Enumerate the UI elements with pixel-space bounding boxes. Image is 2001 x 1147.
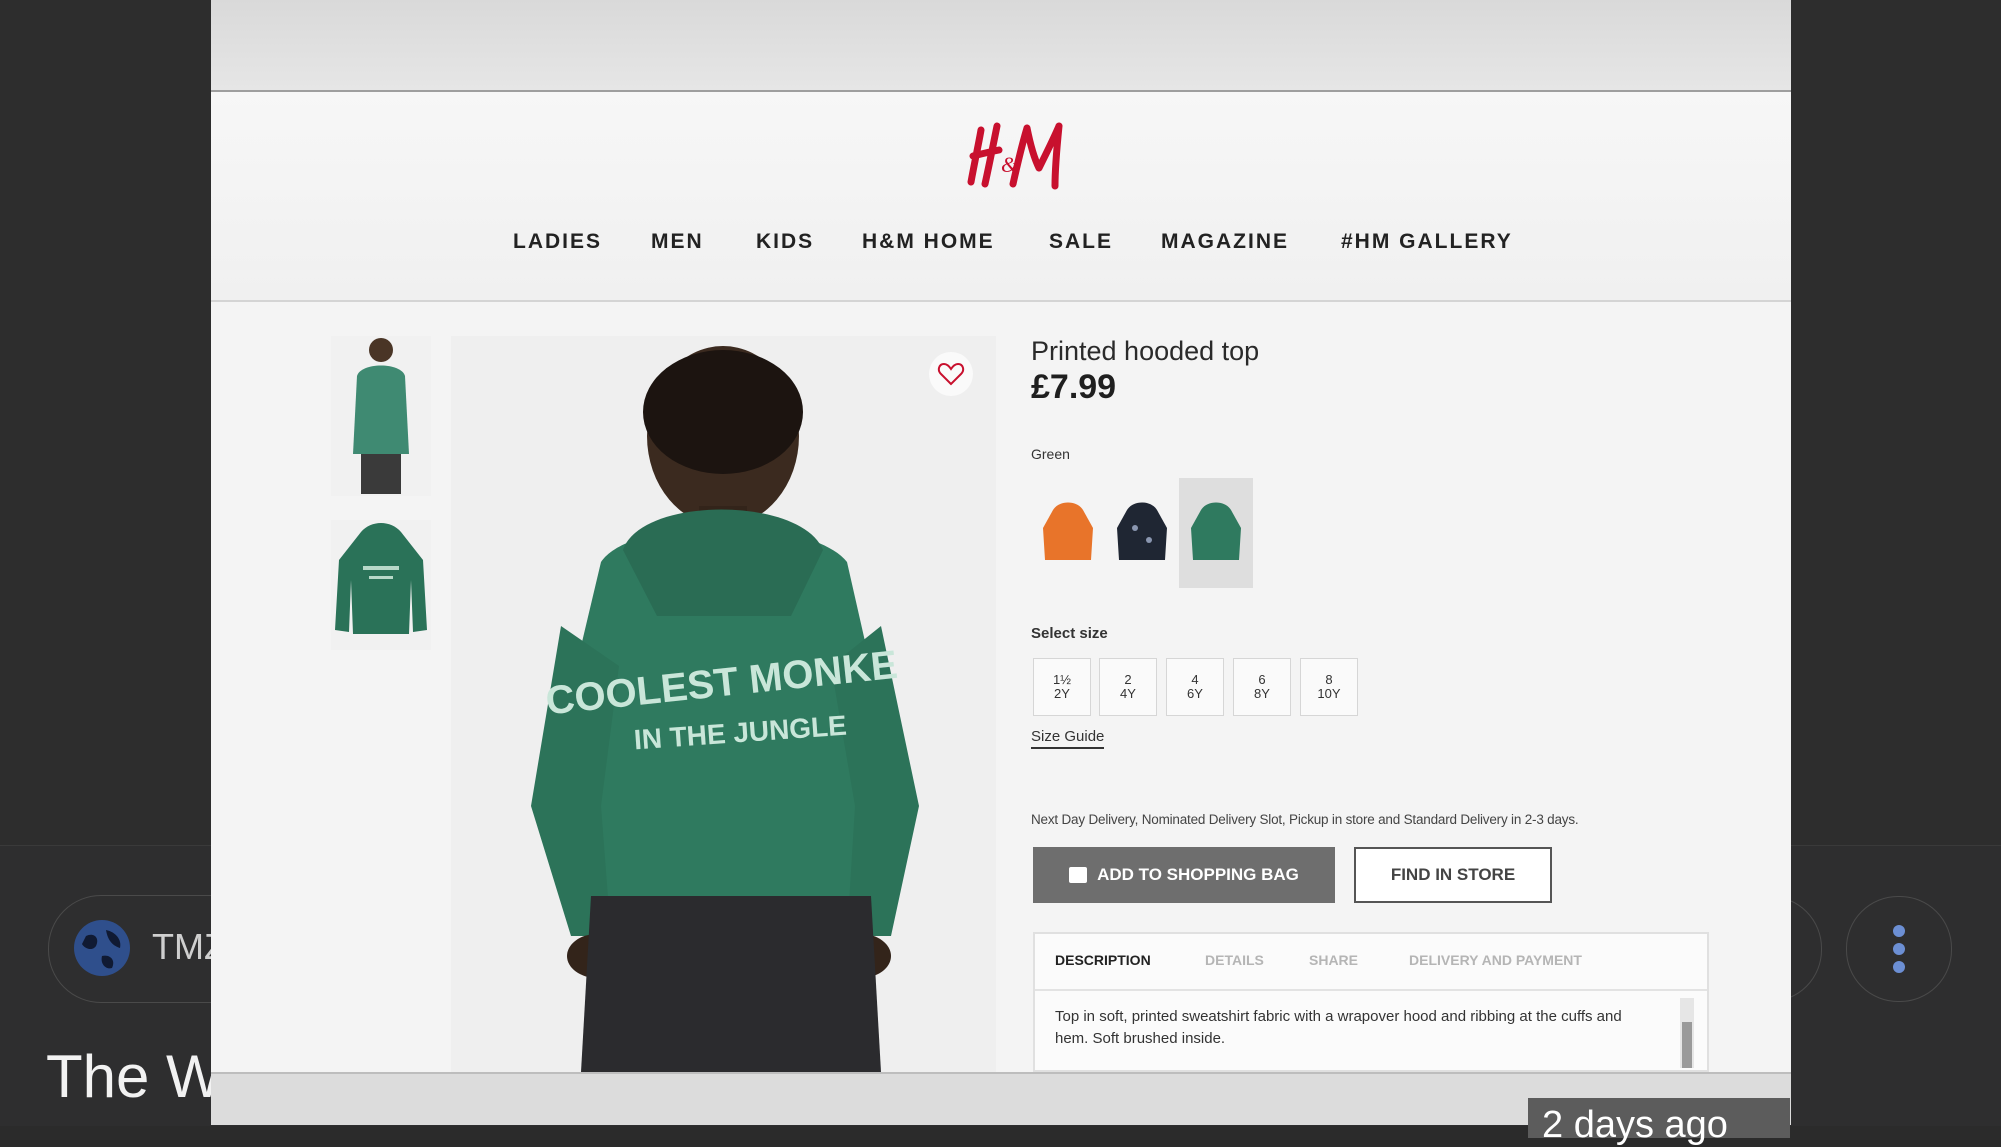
nav-men[interactable]: MEN [651,230,704,254]
nav-ladies[interactable]: LADIES [513,230,602,254]
size-label: Select size [1031,625,1108,642]
hm-logo[interactable]: & [967,120,1071,190]
product-info-tabs: DESCRIPTION DETAILS SHARE DELIVERY AND P… [1033,932,1709,1072]
nav-sale[interactable]: SALE [1049,230,1113,254]
tab-share[interactable]: SHARE [1309,952,1358,968]
nav-hm-gallery[interactable]: #HM GALLERY [1341,230,1513,254]
delivery-note: Next Day Delivery, Nominated Delivery Sl… [1031,812,1579,827]
size-top: 2 [1124,672,1132,687]
description-scrollbar[interactable] [1680,998,1694,1068]
scrollbar-thumb[interactable] [1682,1022,1692,1068]
globe-icon [74,920,130,976]
tab-delivery-payment[interactable]: DELIVERY AND PAYMENT [1409,952,1582,968]
thumbnail-product[interactable] [331,520,431,650]
more-options-button[interactable] [1846,896,1952,1002]
more-dot-icon [1893,961,1905,973]
favorite-heart-icon[interactable] [929,352,973,396]
thumbnail-model[interactable] [331,336,431,496]
page-heading[interactable]: The W [46,1042,223,1111]
product-price: £7.99 [1031,368,1117,406]
swatch-orange[interactable] [1031,478,1105,588]
size-option-5[interactable]: 8 10Y [1300,658,1358,716]
nav-magazine[interactable]: MAGAZINE [1161,230,1289,254]
product-title: Printed hooded top [1031,336,1260,366]
product-page-image: & LADIES MEN KIDS H&M HOME SALE MAGAZINE… [211,0,1791,1125]
product-description: Top in soft, printed sweatshirt fabric w… [1055,1008,1622,1047]
bag-icon [1069,867,1088,883]
size-bottom: 2Y [1054,686,1070,701]
size-top: 6 [1258,672,1266,687]
size-option-1[interactable]: 1½ 2Y [1033,658,1091,716]
swatch-green[interactable] [1179,478,1253,588]
size-top: 8 [1325,672,1333,687]
add-to-bag-label: ADD TO SHOPPING BAG [1097,865,1299,884]
tab-details[interactable]: DETAILS [1205,952,1264,968]
size-bottom: 10Y [1317,686,1341,701]
size-bottom: 6Y [1187,686,1203,701]
more-dot-icon [1893,943,1905,955]
tab-divider [1035,989,1707,991]
svg-text:&: & [1001,152,1019,177]
size-bottom: 4Y [1120,686,1136,701]
size-bottom: 8Y [1254,686,1270,701]
size-top: 1½ [1052,672,1072,687]
size-option-2[interactable]: 2 4Y [1099,658,1157,716]
size-option-4[interactable]: 6 8Y [1233,658,1291,716]
more-dot-icon [1893,925,1905,937]
size-top: 4 [1191,672,1199,687]
browser-top-bar [211,0,1791,92]
color-label: Green [1031,446,1070,462]
nav-kids[interactable]: KIDS [756,230,814,254]
size-guide-link[interactable]: Size Guide [1031,728,1105,749]
timestamp-badge: 2 days ago [1528,1098,1790,1146]
nav-hm-home[interactable]: H&M HOME [862,230,995,254]
swatch-navy[interactable] [1105,478,1179,588]
tab-description[interactable]: DESCRIPTION [1055,952,1151,968]
size-option-3[interactable]: 4 6Y [1166,658,1224,716]
add-to-bag-button[interactable]: ADD TO SHOPPING BAG [1033,847,1335,903]
find-in-store-button[interactable]: FIND IN STORE [1354,847,1552,903]
main-product-photo[interactable]: COOLEST MONKE IN THE JUNGLE [451,336,996,1072]
